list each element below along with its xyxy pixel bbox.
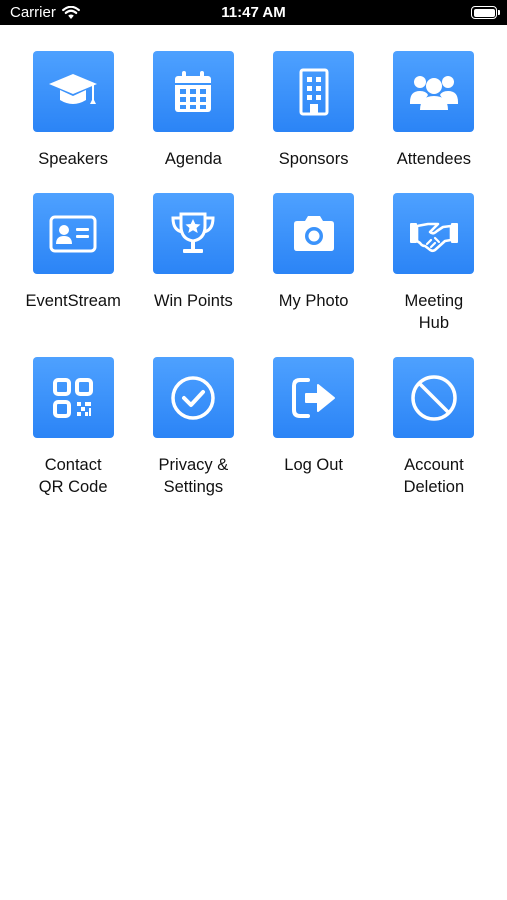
speakers-button[interactable] — [32, 51, 114, 132]
battery-fill — [473, 8, 495, 17]
ban-icon — [411, 374, 457, 421]
tile-speakers[interactable]: Speakers — [13, 51, 133, 193]
sponsors-button[interactable] — [273, 51, 355, 132]
handshake-icon — [409, 222, 458, 252]
tile-label: Speakers — [38, 150, 108, 168]
tile-privacy-settings[interactable]: Privacy & Settings — [133, 357, 253, 507]
check-circle-icon — [171, 375, 216, 420]
tile-label: Sponsors — [278, 150, 349, 168]
tile-label: My Photo — [278, 292, 349, 310]
tile-log-out[interactable]: Log Out — [254, 357, 374, 507]
tile-eventstream[interactable]: EventStream — [13, 193, 133, 357]
trophy-icon — [171, 212, 215, 253]
battery-cap — [498, 10, 500, 15]
tile-label: Contact QR Code — [38, 456, 108, 496]
attendees-button[interactable] — [393, 51, 475, 132]
tile-label: Agenda — [164, 150, 222, 168]
building-icon — [299, 68, 329, 115]
tile-label: Privacy & Settings — [158, 456, 229, 496]
eventstream-button[interactable] — [32, 193, 114, 274]
tile-label: Meeting Hub — [404, 292, 464, 332]
status-bar: Carrier 11:47 AM — [0, 0, 507, 25]
status-time: 11:47 AM — [221, 4, 286, 21]
menu-grid: Speakers Agenda Sponsors Attendees Event… — [13, 51, 494, 507]
tile-sponsors[interactable]: Sponsors — [254, 51, 374, 193]
tile-label: Account Deletion — [403, 456, 465, 496]
camera-icon — [293, 215, 334, 251]
tile-label: Attendees — [396, 150, 472, 168]
log-out-button[interactable] — [273, 357, 355, 438]
tile-contact-qr-code[interactable]: Contact QR Code — [13, 357, 133, 507]
tile-meeting-hub[interactable]: Meeting Hub — [374, 193, 494, 357]
privacy-settings-button[interactable] — [152, 357, 234, 438]
agenda-button[interactable] — [152, 51, 234, 132]
tile-my-photo[interactable]: My Photo — [254, 193, 374, 357]
id-card-icon — [49, 215, 97, 252]
tile-account-deletion[interactable]: Account Deletion — [374, 357, 494, 507]
graduation-cap-icon — [49, 73, 98, 104]
win-points-button[interactable] — [152, 193, 234, 274]
calendar-icon — [175, 70, 212, 112]
contact-qr-code-button[interactable] — [32, 357, 114, 438]
account-deletion-button[interactable] — [393, 357, 475, 438]
sign-out-icon — [291, 377, 335, 418]
qr-code-icon — [53, 377, 94, 418]
tile-label: Win Points — [153, 292, 233, 310]
tile-label: EventStream — [25, 292, 121, 310]
battery-icon — [471, 6, 500, 19]
tile-win-points[interactable]: Win Points — [133, 193, 253, 357]
my-photo-button[interactable] — [273, 193, 355, 274]
meeting-hub-button[interactable] — [393, 193, 475, 274]
users-icon — [409, 75, 458, 110]
tile-attendees[interactable]: Attendees — [374, 51, 494, 193]
tile-label: Log Out — [284, 456, 343, 474]
tile-agenda[interactable]: Agenda — [133, 51, 253, 193]
